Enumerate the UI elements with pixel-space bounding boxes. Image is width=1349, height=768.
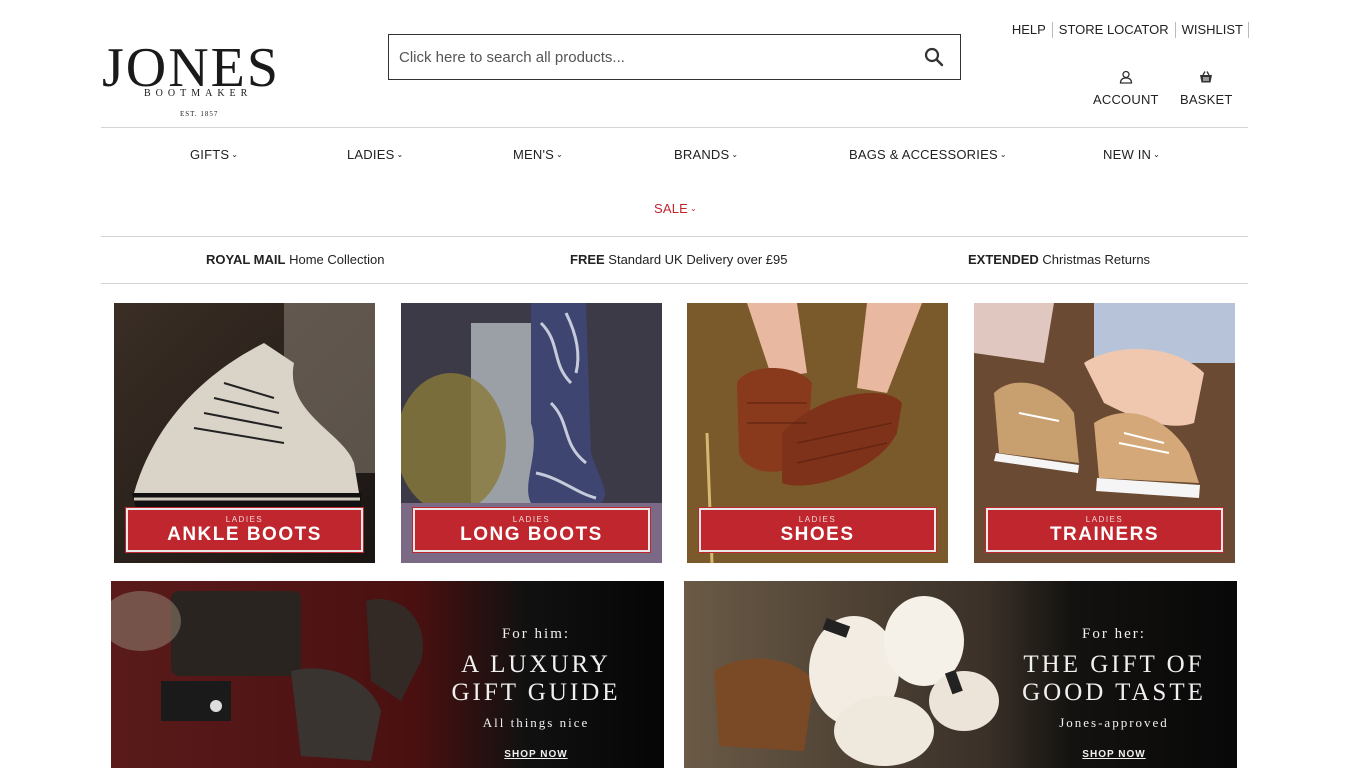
nav-item-label: NEW IN — [1103, 147, 1152, 162]
promo-tagline: Jones-approved — [1059, 715, 1169, 730]
chevron-down-icon: ⌄ — [999, 150, 1007, 159]
tile-label-small: LADIES — [225, 514, 264, 524]
nav-item-mens[interactable]: MEN'S ⌄ — [513, 147, 563, 162]
usp-free-delivery[interactable]: FREE Standard UK Delivery over £95 — [570, 252, 787, 267]
nav-item-ladies[interactable]: LADIES ⌄ — [347, 147, 403, 162]
promo-tagline: All things nice — [482, 715, 590, 730]
usp-bold: ROYAL MAIL — [206, 252, 286, 267]
site-logo[interactable]: JONES BOOTMAKER EST. 1857 — [102, 38, 302, 120]
promo-gift-guide-her[interactable]: For her: THE GIFT OF GOOD TASTE Jones-ap… — [684, 581, 1237, 768]
nav-item-label: SALE — [654, 201, 689, 216]
nav-item-new-in[interactable]: NEW IN ⌄ — [1103, 147, 1160, 162]
tile-label-big: ANKLE BOOTS — [167, 523, 322, 545]
chevron-down-icon: ⌄ — [731, 150, 739, 159]
utility-links: HELP STORE LOCATOR WISHLIST — [1006, 22, 1249, 38]
basket-button[interactable]: BASKET — [1180, 70, 1233, 107]
promo-shop-now-link[interactable]: SHOP NOW — [441, 749, 631, 760]
user-icon — [1119, 70, 1132, 84]
tile-label-big: SHOES — [780, 523, 855, 545]
chevron-down-icon: ⌄ — [556, 150, 563, 159]
search-bar — [388, 34, 961, 80]
tile-label: LADIES SHOES — [698, 507, 937, 553]
tile-label: LADIES ANKLE BOOTS — [125, 507, 364, 553]
promo-kicker: For her: — [1082, 626, 1146, 642]
promo-text: For her: THE GIFT OF GOOD TASTE Jones-ap… — [1014, 626, 1214, 760]
chevron-down-icon: ⌄ — [1153, 150, 1161, 159]
tile-label-small: LADIES — [1085, 514, 1124, 524]
promo-headline-2: GOOD TASTE — [1022, 679, 1206, 706]
usp-bold: EXTENDED — [968, 252, 1039, 267]
nav-divider — [101, 236, 1248, 237]
tile-label-big: LONG BOOTS — [460, 523, 603, 545]
usp-extended-returns[interactable]: EXTENDED Christmas Returns — [968, 252, 1150, 267]
nav-item-brands[interactable]: BRANDS ⌄ — [674, 147, 738, 162]
logo-established: EST. 1857 — [180, 110, 219, 118]
promo-gift-guide-him[interactable]: For him: A LUXURY GIFT GUIDE All things … — [111, 581, 664, 768]
usp-divider — [101, 283, 1248, 284]
wishlist-link[interactable]: WISHLIST — [1176, 22, 1249, 38]
nav-item-bags-accessories[interactable]: BAGS & ACCESSORIES ⌄ — [849, 147, 1007, 162]
tile-label-small: LADIES — [512, 514, 551, 524]
promo-kicker: For him: — [501, 626, 571, 642]
search-button[interactable] — [908, 35, 960, 79]
tile-label-small: LADIES — [798, 514, 837, 524]
help-link[interactable]: HELP — [1006, 22, 1053, 38]
promo-headline-1: A LUXURY — [461, 651, 611, 678]
search-input[interactable] — [389, 35, 908, 79]
nav-item-label: BRANDS — [674, 147, 730, 162]
chevron-down-icon: ⌄ — [690, 204, 697, 213]
usp-royal-mail[interactable]: ROYAL MAIL Home Collection — [206, 252, 384, 267]
basket-icon — [1200, 71, 1213, 83]
category-tile-shoes[interactable]: LADIES SHOES — [687, 303, 948, 563]
category-tile-ankle-boots[interactable]: LADIES ANKLE BOOTS — [114, 303, 375, 563]
basket-label: BASKET — [1180, 92, 1233, 107]
usp-text: Christmas Returns — [1038, 252, 1151, 267]
tile-label-big: TRAINERS — [1049, 523, 1160, 545]
nav-item-label: MEN'S — [513, 147, 555, 162]
store-locator-link[interactable]: STORE LOCATOR — [1053, 22, 1176, 38]
promo-shop-now-link[interactable]: SHOP NOW — [1014, 749, 1214, 760]
logo-subtitle: BOOTMAKER — [144, 88, 253, 99]
nav-item-gifts[interactable]: GIFTS ⌄ — [190, 147, 238, 162]
usp-bold: FREE — [570, 252, 605, 267]
search-icon — [924, 47, 944, 67]
chevron-down-icon: ⌄ — [231, 150, 239, 159]
account-button[interactable]: ACCOUNT — [1093, 70, 1159, 107]
category-tile-long-boots[interactable]: LADIES LONG BOOTS — [401, 303, 662, 563]
nav-item-label: GIFTS — [190, 147, 230, 162]
nav-item-label: LADIES — [347, 147, 395, 162]
promo-headline-2: GIFT GUIDE — [451, 679, 621, 706]
tile-label: LADIES LONG BOOTS — [412, 507, 651, 553]
promo-headline-1: THE GIFT OF — [1023, 651, 1205, 678]
header-divider — [101, 127, 1248, 128]
chevron-down-icon: ⌄ — [396, 150, 404, 159]
account-label: ACCOUNT — [1093, 92, 1159, 107]
tile-label: LADIES TRAINERS — [985, 507, 1224, 553]
promo-text: For him: A LUXURY GIFT GUIDE All things … — [441, 626, 631, 760]
usp-text: Home Collection — [285, 252, 385, 267]
category-tile-trainers[interactable]: LADIES TRAINERS — [974, 303, 1235, 563]
usp-text: Standard UK Delivery over £95 — [604, 252, 788, 267]
nav-item-sale[interactable]: SALE ⌄ — [654, 201, 697, 216]
nav-item-label: BAGS & ACCESSORIES — [849, 147, 998, 162]
